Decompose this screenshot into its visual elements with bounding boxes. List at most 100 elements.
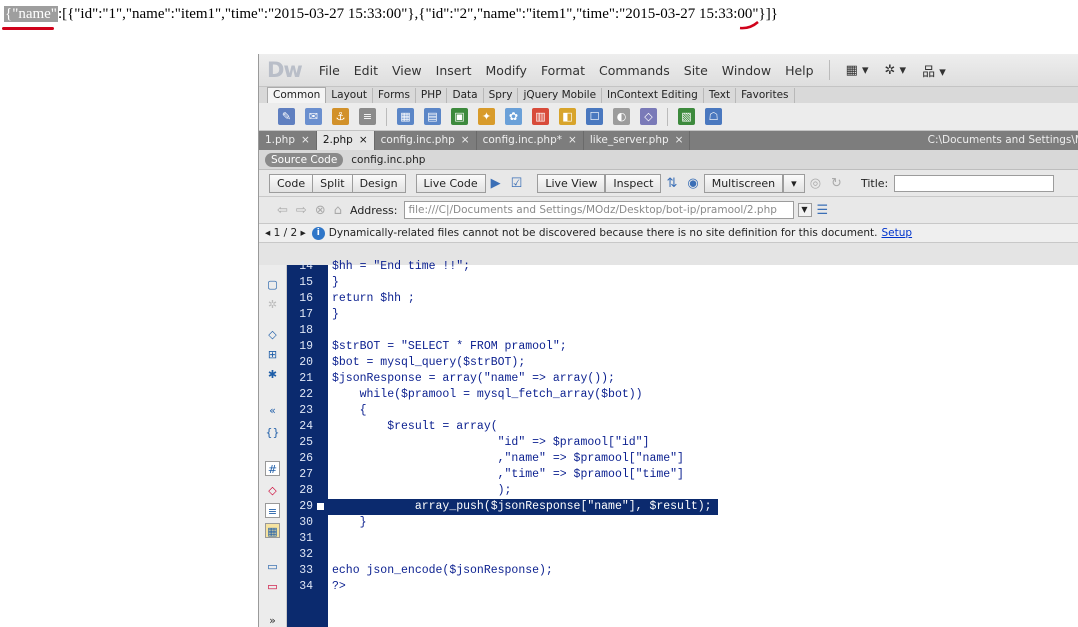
code-text: }	[332, 516, 367, 529]
line-number: 16	[299, 292, 313, 305]
line-number: 32	[299, 548, 313, 561]
document-path: C:\Documents and Settings\M	[927, 134, 1078, 146]
live-code-button[interactable]: Live Code	[415, 173, 486, 193]
insert-tab-favorites[interactable]: Favorites	[736, 88, 795, 103]
menu-site[interactable]: Site	[684, 63, 708, 78]
menu-insert[interactable]: Insert	[436, 63, 472, 78]
menu-help[interactable]: Help	[785, 63, 814, 78]
title-input[interactable]	[894, 174, 1055, 192]
hyperlink-icon[interactable]: ✎	[278, 108, 295, 125]
media-icon[interactable]: ✦	[478, 108, 495, 125]
multiscreen-dropdown[interactable]: ▾	[783, 173, 805, 193]
images-icon[interactable]: ▣	[451, 108, 468, 125]
code-line: 22 while($pramool = mysql_fetch_array($b…	[259, 387, 1078, 403]
related-pager[interactable]: ◂ 1 / 2 ▸	[265, 227, 306, 239]
file-management-icon[interactable]: ⇅	[666, 176, 677, 191]
insert-tab-spry[interactable]: Spry	[484, 88, 519, 103]
menu-file[interactable]: File	[319, 63, 340, 78]
line-number: 15	[299, 276, 313, 289]
code-line: 19 $strBOT = "SELECT * FROM pramool";	[259, 339, 1078, 355]
visual-aids-icon[interactable]: ◎	[810, 176, 821, 191]
insert-tab-incontext-editing[interactable]: InContext Editing	[602, 88, 704, 103]
menu-window[interactable]: Window	[722, 63, 771, 78]
code-line-selected: 29 array_push($jsonResponse["name"], $re…	[259, 499, 1078, 515]
menu-bar: Dw File Edit View Insert Modify Format C…	[259, 54, 1078, 86]
head-icon[interactable]: ◐	[613, 108, 630, 125]
doc-tab-config-inc-php[interactable]: config.inc.php ×	[375, 131, 477, 150]
browser-navigation-options-icon[interactable]: ☰	[817, 203, 829, 218]
horizontal-rule-icon[interactable]: ≡	[359, 108, 376, 125]
doc-tab-label: config.inc.php	[380, 134, 455, 146]
code-text: ,"name" => $pramool["name"]	[332, 452, 684, 465]
check-browser-icon[interactable]: ☑	[511, 176, 523, 191]
doc-tab-2-php[interactable]: 2.php ×	[316, 131, 375, 150]
pager-text: 1 / 2	[273, 227, 298, 239]
related-file-config[interactable]: config.inc.php	[351, 154, 425, 166]
doc-tab-like-server-php[interactable]: like_server.php ×	[584, 131, 691, 150]
preview-browser-icon[interactable]: ◉	[687, 176, 698, 191]
site-icon[interactable]: 品 ▾	[922, 61, 946, 80]
close-icon[interactable]: ×	[301, 134, 310, 146]
insert-tab-jquery-mobile[interactable]: jQuery Mobile	[518, 88, 603, 103]
toolbar-separator	[386, 107, 387, 126]
code-line: 23 {	[259, 403, 1078, 419]
fold-marker-icon[interactable]	[317, 503, 324, 510]
split-view-button[interactable]: Split	[313, 173, 353, 193]
doc-tab-label: 1.php	[265, 134, 296, 146]
menu-commands[interactable]: Commands	[599, 63, 670, 78]
date-icon[interactable]: ▥	[532, 108, 549, 125]
insert-tab-layout[interactable]: Layout	[326, 88, 373, 103]
menu-format[interactable]: Format	[541, 63, 585, 78]
back-icon[interactable]: ⇦	[277, 203, 288, 218]
templates-icon[interactable]: ▧	[678, 108, 695, 125]
setup-link[interactable]: Setup	[882, 227, 913, 239]
menu-edit[interactable]: Edit	[354, 63, 378, 78]
code-text: }	[332, 308, 339, 321]
code-editor[interactable]: ▢ ✲ ◇ ⊞ ✱ « {} # ◇ ≡ ▦ ▭ ▭ » 14 $hh = "En…	[259, 260, 1078, 627]
table-icon[interactable]: ▦	[397, 108, 414, 125]
close-icon[interactable]: ×	[359, 134, 368, 146]
insert-tab-data[interactable]: Data	[447, 88, 484, 103]
multiscreen-button[interactable]: Multiscreen	[703, 173, 784, 193]
insert-tab-text[interactable]: Text	[704, 88, 737, 103]
close-icon[interactable]: ×	[568, 134, 577, 146]
gear-icon[interactable]: ✲ ▾	[885, 63, 907, 78]
design-view-button[interactable]: Design	[352, 173, 406, 193]
insert-tab-common[interactable]: Common	[267, 87, 327, 103]
live-view-button[interactable]: Live View	[537, 173, 606, 193]
code-text: $result = array(	[332, 420, 498, 433]
server-side-include-icon[interactable]: ◧	[559, 108, 576, 125]
insert-div-icon[interactable]: ▤	[424, 108, 441, 125]
script-icon[interactable]: ◇	[640, 108, 657, 125]
toolbar-separator	[667, 107, 668, 126]
stop-icon[interactable]: ⊗	[315, 203, 326, 218]
menu-modify[interactable]: Modify	[486, 63, 527, 78]
address-input[interactable]: file:///C|/Documents and Settings/MOdz/D…	[403, 201, 794, 219]
code-view-button[interactable]: Code	[269, 173, 314, 193]
layout-icon[interactable]: ▦ ▾	[846, 63, 869, 78]
email-link-icon[interactable]: ✉	[305, 108, 322, 125]
inspect-button[interactable]: Inspect	[605, 173, 662, 193]
menu-view[interactable]: View	[392, 63, 422, 78]
inspect-pointer-icon[interactable]: ▶	[491, 176, 501, 191]
doc-tab-1-php[interactable]: 1.php ×	[259, 131, 317, 150]
comment-icon[interactable]: ☐	[586, 108, 603, 125]
forward-icon[interactable]: ⇨	[296, 203, 307, 218]
named-anchor-icon[interactable]: ⚓	[332, 108, 349, 125]
refresh-icon[interactable]: ↻	[831, 176, 842, 191]
red-check-annotation	[739, 21, 759, 30]
widget-icon[interactable]: ✿	[505, 108, 522, 125]
source-code-button[interactable]: Source Code	[265, 152, 344, 167]
line-number: 31	[299, 532, 313, 545]
more-tools-icon[interactable]: »	[265, 613, 280, 627]
doc-tab-config-inc-php-modified[interactable]: config.inc.php* ×	[477, 131, 584, 150]
code-line: 14 $hh = "End time !!";	[259, 259, 1078, 275]
tag-chooser-icon[interactable]: ☖	[705, 108, 722, 125]
info-message: Dynamically-related files cannot not be …	[328, 227, 878, 239]
insert-tab-php[interactable]: PHP	[416, 88, 448, 103]
insert-tab-forms[interactable]: Forms	[373, 88, 416, 103]
home-icon[interactable]: ⌂	[334, 203, 342, 218]
chevron-down-icon[interactable]: ▼	[797, 203, 812, 217]
close-icon[interactable]: ×	[461, 134, 470, 146]
close-icon[interactable]: ×	[675, 134, 684, 146]
